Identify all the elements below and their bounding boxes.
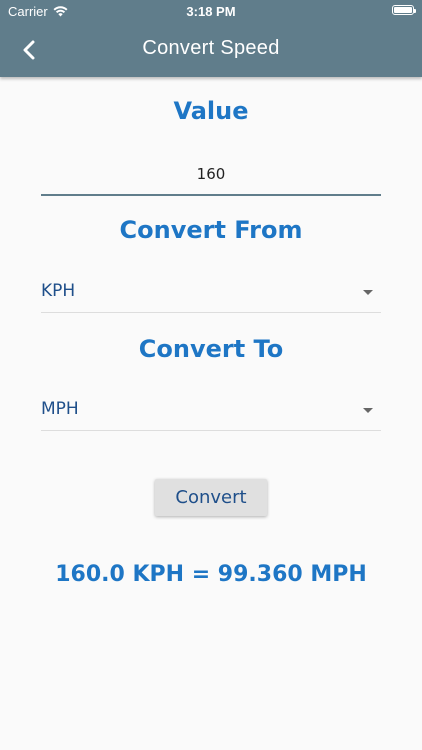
caret-down-icon bbox=[363, 290, 373, 295]
status-bar: Carrier 3:18 PM bbox=[0, 0, 422, 22]
convert-to-dropdown[interactable]: MPH bbox=[41, 391, 381, 431]
status-time: 3:18 PM bbox=[186, 4, 236, 19]
conversion-result: 160.0 KPH = 99.360 MPH bbox=[55, 562, 367, 587]
convert-to-heading: Convert To bbox=[138, 335, 284, 363]
app-bar: Carrier 3:18 PM Convert Speed bbox=[0, 0, 422, 77]
battery-icon bbox=[392, 5, 416, 15]
toolbar: Convert Speed bbox=[0, 22, 422, 77]
value-heading: Value bbox=[173, 97, 249, 125]
convert-button[interactable]: Convert bbox=[155, 479, 267, 516]
caret-down-icon bbox=[363, 408, 373, 413]
convert-from-heading: Convert From bbox=[119, 216, 303, 244]
convert-to-value: MPH bbox=[41, 399, 79, 419]
convert-from-dropdown[interactable]: KPH bbox=[41, 273, 381, 313]
convert-from-value: KPH bbox=[41, 281, 76, 301]
value-input[interactable] bbox=[41, 154, 381, 196]
page-title: Convert Speed bbox=[142, 37, 280, 59]
